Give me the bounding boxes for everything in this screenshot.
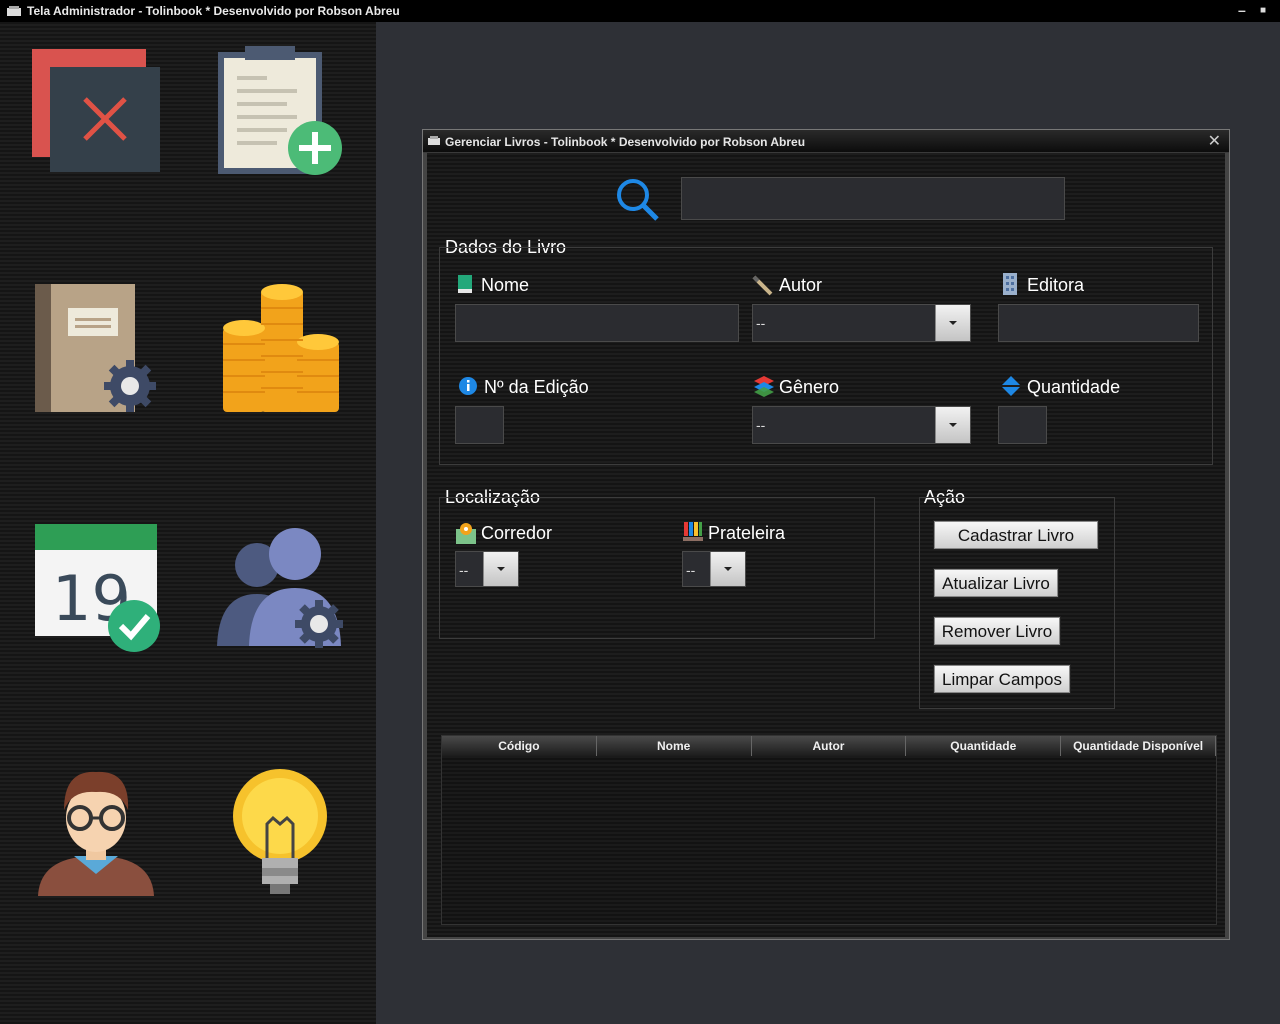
chevron-down-icon[interactable] <box>483 552 518 586</box>
calendar-check-icon: 19 <box>35 524 160 652</box>
exit-tile[interactable] <box>30 47 170 187</box>
quantidade-input[interactable] <box>998 406 1047 444</box>
column-header-nome[interactable]: Nome <box>596 736 752 756</box>
book-icon <box>458 275 472 293</box>
corredor-select[interactable]: -- <box>455 551 519 587</box>
add-book-tile[interactable] <box>215 44 355 184</box>
layers-icon <box>754 376 774 397</box>
manage-books-icon <box>35 284 156 412</box>
search-icon[interactable] <box>615 177 661 223</box>
table-body[interactable] <box>442 756 1216 924</box>
corredor-select-value: -- <box>459 562 469 578</box>
manage-users-tile[interactable] <box>215 520 355 660</box>
info-icon <box>459 377 477 395</box>
sort-arrows-icon <box>1002 376 1020 396</box>
column-header-codigo[interactable]: Código <box>442 736 597 756</box>
edicao-label: Nº da Edição <box>484 377 589 397</box>
user-profile-icon <box>38 771 154 896</box>
chevron-down-icon[interactable] <box>935 305 970 341</box>
nome-input[interactable] <box>455 304 739 342</box>
genero-select-value: -- <box>756 417 766 433</box>
coins-icon <box>223 284 339 412</box>
quantidade-label: Quantidade <box>1027 377 1121 397</box>
column-header-quantidade-disponivel[interactable]: Quantidade Disponível <box>1061 736 1216 756</box>
add-book-clipboard-icon <box>218 46 342 175</box>
prateleira-label: Prateleira <box>708 523 786 543</box>
genero-select[interactable]: -- <box>752 406 971 444</box>
livros-table[interactable]: Código Nome Autor Quantidade Quantidade … <box>441 735 1217 925</box>
prateleira-select[interactable]: -- <box>682 551 746 587</box>
column-header-autor[interactable]: Autor <box>751 736 907 756</box>
autor-label: Autor <box>779 275 823 295</box>
autor-select[interactable]: -- <box>752 304 971 342</box>
lightbulb-icon <box>233 769 327 894</box>
table-header: Código Nome Autor Quantidade Quantidade … <box>442 736 1216 756</box>
edicao-input[interactable] <box>455 406 504 444</box>
minimize-button[interactable]: – <box>1238 2 1246 18</box>
nome-label: Nome <box>481 275 530 295</box>
app-icon <box>428 136 440 145</box>
coins-tile[interactable] <box>215 280 355 420</box>
remover-livro-button[interactable]: Remover Livro <box>934 617 1060 645</box>
search-input[interactable] <box>681 177 1065 220</box>
manage-books-window: Gerenciar Livros - Tolinbook * Desenvolv… <box>422 129 1230 940</box>
map-icon <box>456 523 476 544</box>
exit-icon <box>32 49 160 172</box>
calendar-tile[interactable]: 19 <box>30 520 170 660</box>
column-header-quantidade[interactable]: Quantidade <box>906 736 1062 756</box>
close-button[interactable]: ✕ <box>1208 131 1221 151</box>
autor-select-value: -- <box>756 315 766 331</box>
window-title: Tela Administrador - Tolinbook * Desenvo… <box>27 4 400 18</box>
user-profile-tile[interactable] <box>30 762 170 902</box>
limpar-campos-button[interactable]: Limpar Campos <box>934 665 1070 693</box>
pen-icon <box>752 275 773 296</box>
corredor-label: Corredor <box>481 523 553 543</box>
inner-body: Dados do Livro Nome Autor -- Editora Nº … <box>427 153 1225 937</box>
manage-books-tile[interactable] <box>30 280 170 420</box>
inner-window-title: Gerenciar Livros - Tolinbook * Desenvolv… <box>445 135 806 149</box>
chevron-down-icon[interactable] <box>935 407 970 443</box>
editora-input[interactable] <box>998 304 1199 342</box>
manage-users-icon <box>217 528 343 648</box>
prateleira-select-value: -- <box>686 562 696 578</box>
chevron-down-icon[interactable] <box>710 552 745 586</box>
maximize-button[interactable]: ■ <box>1260 5 1266 16</box>
cadastrar-livro-button[interactable]: Cadastrar Livro <box>934 521 1098 549</box>
inner-titlebar: Gerenciar Livros - Tolinbook * Desenvolv… <box>423 130 1229 153</box>
genero-label: Gênero <box>779 377 840 397</box>
sidebar: 19 <box>0 22 376 1024</box>
app-icon <box>7 6 21 16</box>
lightbulb-tile[interactable] <box>215 762 355 902</box>
atualizar-livro-button[interactable]: Atualizar Livro <box>934 569 1058 597</box>
building-icon <box>1003 273 1017 295</box>
editora-label: Editora <box>1027 275 1085 295</box>
main-titlebar: Tela Administrador - Tolinbook * Desenvo… <box>0 0 1280 23</box>
bookshelf-icon <box>683 522 703 541</box>
